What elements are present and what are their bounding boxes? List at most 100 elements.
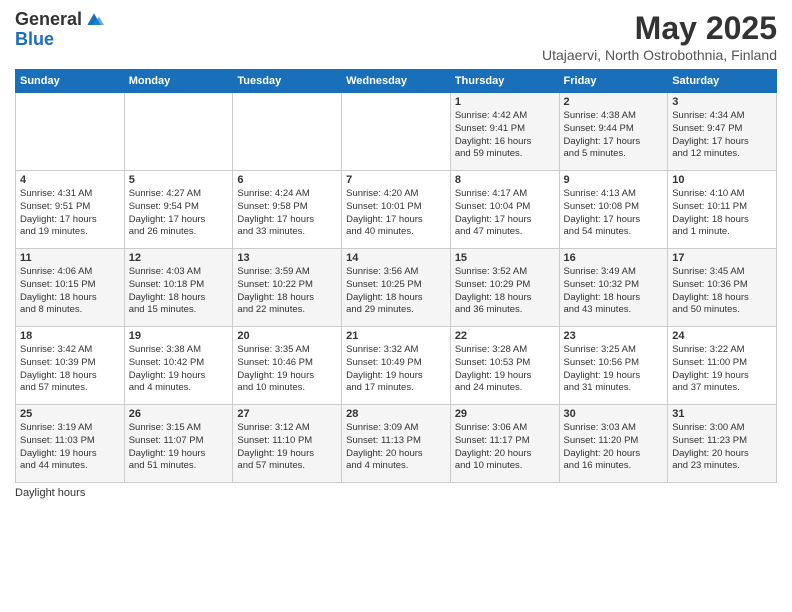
day-info: Sunrise: 4:20 AM Sunset: 10:01 PM Daylig… (346, 188, 446, 239)
day-number: 4 (20, 174, 120, 186)
day-number: 17 (672, 252, 772, 264)
day-info: Sunrise: 3:52 AM Sunset: 10:29 PM Daylig… (455, 266, 555, 317)
calendar-header: Sunday Monday Tuesday Wednesday Thursday… (16, 70, 777, 93)
day-info: Sunrise: 4:24 AM Sunset: 9:58 PM Dayligh… (237, 188, 337, 239)
day-cell: 16Sunrise: 3:49 AM Sunset: 10:32 PM Dayl… (559, 249, 668, 327)
day-cell: 14 Sunrise: 3:56 AM Sunset: 10:25 PM Dayl… (342, 249, 451, 327)
day-info: Sunrise: 3:22 AM Sunset: 11:00 PM Daylig… (672, 344, 772, 395)
day-number: 19 (129, 330, 229, 342)
day-number: 1 (455, 96, 555, 108)
day-cell: 5 Sunrise: 4:27 AM Sunset: 9:54 PM Daylig… (124, 171, 233, 249)
day-info: Sunrise: 3:03 AM Sunset: 11:20 PM Daylig… (564, 422, 664, 473)
day-info: Sunrise: 3:25 AM Sunset: 10:56 PM Daylig… (564, 344, 664, 395)
day-number: 14 (346, 252, 446, 264)
day-number: 8 (455, 174, 555, 186)
day-cell: 31Sunrise: 3:00 AM Sunset: 11:23 PM Dayl… (668, 405, 777, 483)
day-cell (124, 93, 233, 171)
col-wednesday: Wednesday (342, 70, 451, 93)
day-cell: 22Sunrise: 3:28 AM Sunset: 10:53 PM Dayl… (450, 327, 559, 405)
col-sunday: Sunday (16, 70, 125, 93)
day-info: Sunrise: 4:42 AM Sunset: 9:41 PM Dayligh… (455, 110, 555, 161)
day-info: Sunrise: 3:32 AM Sunset: 10:49 PM Daylig… (346, 344, 446, 395)
day-cell (342, 93, 451, 171)
day-number: 31 (672, 408, 772, 420)
day-cell: 23 Sunrise: 3:25 AM Sunset: 10:56 PM Dayl… (559, 327, 668, 405)
day-info: Sunrise: 4:38 AM Sunset: 9:44 PM Dayligh… (564, 110, 664, 161)
logo: General Blue (15, 10, 104, 50)
col-monday: Monday (124, 70, 233, 93)
calendar-subtitle: Utajaervi, North Ostrobothnia, Finland (542, 47, 777, 63)
day-cell: 7 Sunrise: 4:20 AM Sunset: 10:01 PM Dayli… (342, 171, 451, 249)
logo-blue: Blue (15, 30, 104, 50)
day-cell: 24Sunrise: 3:22 AM Sunset: 11:00 PM Dayl… (668, 327, 777, 405)
week-row-2: 4 Sunrise: 4:31 AM Sunset: 9:51 PM Daylig… (16, 171, 777, 249)
day-cell: 27 Sunrise: 3:12 AM Sunset: 11:10 PM Dayl… (233, 405, 342, 483)
week-row-3: 11 Sunrise: 4:06 AM Sunset: 10:15 PM Dayl… (16, 249, 777, 327)
day-info: Sunrise: 3:19 AM Sunset: 11:03 PM Daylig… (20, 422, 120, 473)
day-info: Sunrise: 4:31 AM Sunset: 9:51 PM Dayligh… (20, 188, 120, 239)
day-number: 23 (564, 330, 664, 342)
day-info: Sunrise: 4:34 AM Sunset: 9:47 PM Dayligh… (672, 110, 772, 161)
col-thursday: Thursday (450, 70, 559, 93)
day-number: 15 (455, 252, 555, 264)
day-cell: 1 Sunrise: 4:42 AM Sunset: 9:41 PM Daylig… (450, 93, 559, 171)
footer-note: Daylight hours (15, 487, 777, 499)
week-row-4: 18Sunrise: 3:42 AM Sunset: 10:39 PM Dayl… (16, 327, 777, 405)
day-cell: 10Sunrise: 4:10 AM Sunset: 10:11 PM Dayl… (668, 171, 777, 249)
day-number: 12 (129, 252, 229, 264)
day-cell: 8Sunrise: 4:17 AM Sunset: 10:04 PM Dayli… (450, 171, 559, 249)
day-info: Sunrise: 3:42 AM Sunset: 10:39 PM Daylig… (20, 344, 120, 395)
day-number: 29 (455, 408, 555, 420)
day-number: 16 (564, 252, 664, 264)
day-cell: 6 Sunrise: 4:24 AM Sunset: 9:58 PM Daylig… (233, 171, 342, 249)
logo-icon (84, 10, 104, 30)
daylight-hours-label: Daylight hours (15, 487, 85, 499)
day-info: Sunrise: 3:28 AM Sunset: 10:53 PM Daylig… (455, 344, 555, 395)
day-info: Sunrise: 4:06 AM Sunset: 10:15 PM Daylig… (20, 266, 120, 317)
day-number: 5 (129, 174, 229, 186)
day-number: 13 (237, 252, 337, 264)
day-cell: 9Sunrise: 4:13 AM Sunset: 10:08 PM Dayli… (559, 171, 668, 249)
day-number: 26 (129, 408, 229, 420)
week-row-1: 1 Sunrise: 4:42 AM Sunset: 9:41 PM Daylig… (16, 93, 777, 171)
col-friday: Friday (559, 70, 668, 93)
day-number: 9 (564, 174, 664, 186)
day-cell: 12Sunrise: 4:03 AM Sunset: 10:18 PM Dayl… (124, 249, 233, 327)
day-cell: 19Sunrise: 3:38 AM Sunset: 10:42 PM Dayl… (124, 327, 233, 405)
col-saturday: Saturday (668, 70, 777, 93)
day-info: Sunrise: 3:09 AM Sunset: 11:13 PM Daylig… (346, 422, 446, 473)
day-cell: 13Sunrise: 3:59 AM Sunset: 10:22 PM Dayl… (233, 249, 342, 327)
day-number: 21 (346, 330, 446, 342)
day-cell: 4 Sunrise: 4:31 AM Sunset: 9:51 PM Daylig… (16, 171, 125, 249)
day-number: 6 (237, 174, 337, 186)
page: General Blue May 2025 Utajaervi, North O… (0, 0, 792, 612)
day-info: Sunrise: 3:45 AM Sunset: 10:36 PM Daylig… (672, 266, 772, 317)
day-cell: 29Sunrise: 3:06 AM Sunset: 11:17 PM Dayl… (450, 405, 559, 483)
calendar-body: 1 Sunrise: 4:42 AM Sunset: 9:41 PM Daylig… (16, 93, 777, 483)
header: General Blue May 2025 Utajaervi, North O… (15, 10, 777, 63)
header-row: Sunday Monday Tuesday Wednesday Thursday… (16, 70, 777, 93)
day-number: 20 (237, 330, 337, 342)
day-cell: 3Sunrise: 4:34 AM Sunset: 9:47 PM Daylig… (668, 93, 777, 171)
day-info: Sunrise: 4:27 AM Sunset: 9:54 PM Dayligh… (129, 188, 229, 239)
day-cell: 26 Sunrise: 3:15 AM Sunset: 11:07 PM Dayl… (124, 405, 233, 483)
day-number: 11 (20, 252, 120, 264)
title-block: May 2025 Utajaervi, North Ostrobothnia, … (542, 10, 777, 63)
week-row-5: 25 Sunrise: 3:19 AM Sunset: 11:03 PM Dayl… (16, 405, 777, 483)
calendar-table: Sunday Monday Tuesday Wednesday Thursday… (15, 69, 777, 483)
day-info: Sunrise: 3:15 AM Sunset: 11:07 PM Daylig… (129, 422, 229, 473)
day-number: 25 (20, 408, 120, 420)
day-cell: 2 Sunrise: 4:38 AM Sunset: 9:44 PM Daylig… (559, 93, 668, 171)
day-cell: 28Sunrise: 3:09 AM Sunset: 11:13 PM Dayl… (342, 405, 451, 483)
day-cell: 15 Sunrise: 3:52 AM Sunset: 10:29 PM Dayl… (450, 249, 559, 327)
day-number: 10 (672, 174, 772, 186)
day-cell: 25 Sunrise: 3:19 AM Sunset: 11:03 PM Dayl… (16, 405, 125, 483)
day-info: Sunrise: 3:12 AM Sunset: 11:10 PM Daylig… (237, 422, 337, 473)
day-cell (16, 93, 125, 171)
day-number: 7 (346, 174, 446, 186)
day-info: Sunrise: 3:56 AM Sunset: 10:25 PM Daylig… (346, 266, 446, 317)
day-number: 30 (564, 408, 664, 420)
day-number: 27 (237, 408, 337, 420)
day-cell: 18Sunrise: 3:42 AM Sunset: 10:39 PM Dayl… (16, 327, 125, 405)
day-number: 2 (564, 96, 664, 108)
